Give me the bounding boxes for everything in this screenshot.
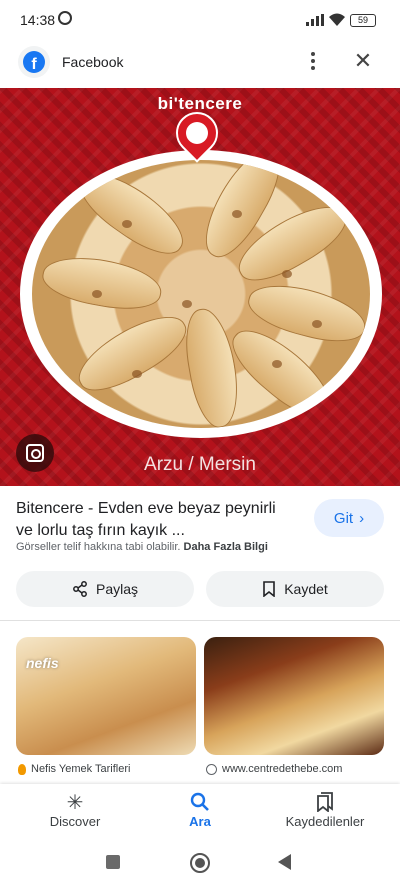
site-favicon-icon <box>18 763 26 775</box>
search-icon <box>145 792 255 814</box>
back-icon[interactable] <box>278 854 291 870</box>
nav-label: Kaydedilenler <box>285 814 365 829</box>
nav-search[interactable]: Ara <box>145 792 255 829</box>
go-label: Git <box>333 509 354 527</box>
result-title[interactable]: Bitencere - Evden eve beyaz peynirli ve … <box>16 498 296 542</box>
nav-discover[interactable]: ✳ Discover <box>20 792 130 829</box>
status-bar: 14:38 59 <box>0 0 400 42</box>
related-source-2[interactable]: www.centredethebe.com <box>206 763 342 775</box>
save-button[interactable]: Kaydet <box>206 571 384 607</box>
source-label: www.centredethebe.com <box>222 763 343 775</box>
source-label: Nefis Yemek Tarifleri <box>31 763 131 775</box>
bottom-navigation: ✳ Discover Ara Kaydedilenler <box>0 784 400 840</box>
asterisk-icon: ✳ <box>66 792 84 814</box>
related-image-2[interactable] <box>204 637 384 755</box>
go-button[interactable]: Git › <box>314 499 384 537</box>
share-button[interactable]: Paylaş <box>16 571 194 607</box>
image-caption: Arzu / Mersin <box>144 454 256 475</box>
share-icon <box>73 581 87 597</box>
nav-saved[interactable]: Kaydedilenler <box>270 792 380 829</box>
home-icon[interactable] <box>190 853 210 873</box>
save-label: Kaydet <box>284 581 328 597</box>
bookmark-icon <box>263 581 276 597</box>
divider <box>0 620 400 621</box>
more-info-link[interactable]: Daha Fazla Bilgi <box>184 541 268 553</box>
alarm-icon <box>58 11 72 25</box>
browser-header: f Facebook ✕ <box>0 42 400 84</box>
related-image-1[interactable]: nefis <box>16 637 196 755</box>
copyright-notice: Görseller telif hakkına tabi olabilir. D… <box>16 541 268 553</box>
wifi-icon <box>329 13 345 26</box>
nav-label: Discover <box>49 814 101 829</box>
lens-icon <box>26 444 44 462</box>
facebook-logo-icon: f <box>18 46 50 78</box>
bookmarks-icon <box>270 792 380 814</box>
recents-icon[interactable] <box>106 855 120 869</box>
facebook-logo-letter: f <box>23 51 45 73</box>
related-source-1[interactable]: Nefis Yemek Tarifleri <box>18 763 130 775</box>
battery-indicator: 59 <box>350 14 376 27</box>
result-image[interactable]: bi'tencere Arzu / Mersin <box>0 88 400 486</box>
chevron-right-icon: › <box>359 509 365 527</box>
globe-icon <box>206 763 217 775</box>
food-photo <box>32 160 370 428</box>
nav-label: Ara <box>189 814 211 829</box>
share-label: Paylaş <box>95 581 139 597</box>
signal-icon <box>306 14 324 26</box>
google-lens-button[interactable] <box>16 434 54 472</box>
more-options-icon[interactable] <box>310 52 316 72</box>
thumbnail-watermark: nefis <box>26 655 59 671</box>
close-icon[interactable]: ✕ <box>352 50 374 72</box>
rights-text: Görseller telif hakkına tabi olabilir. <box>16 541 181 553</box>
browser-title: Facebook <box>62 54 124 70</box>
system-navigation <box>0 840 400 888</box>
status-time: 14:38 <box>20 12 56 28</box>
